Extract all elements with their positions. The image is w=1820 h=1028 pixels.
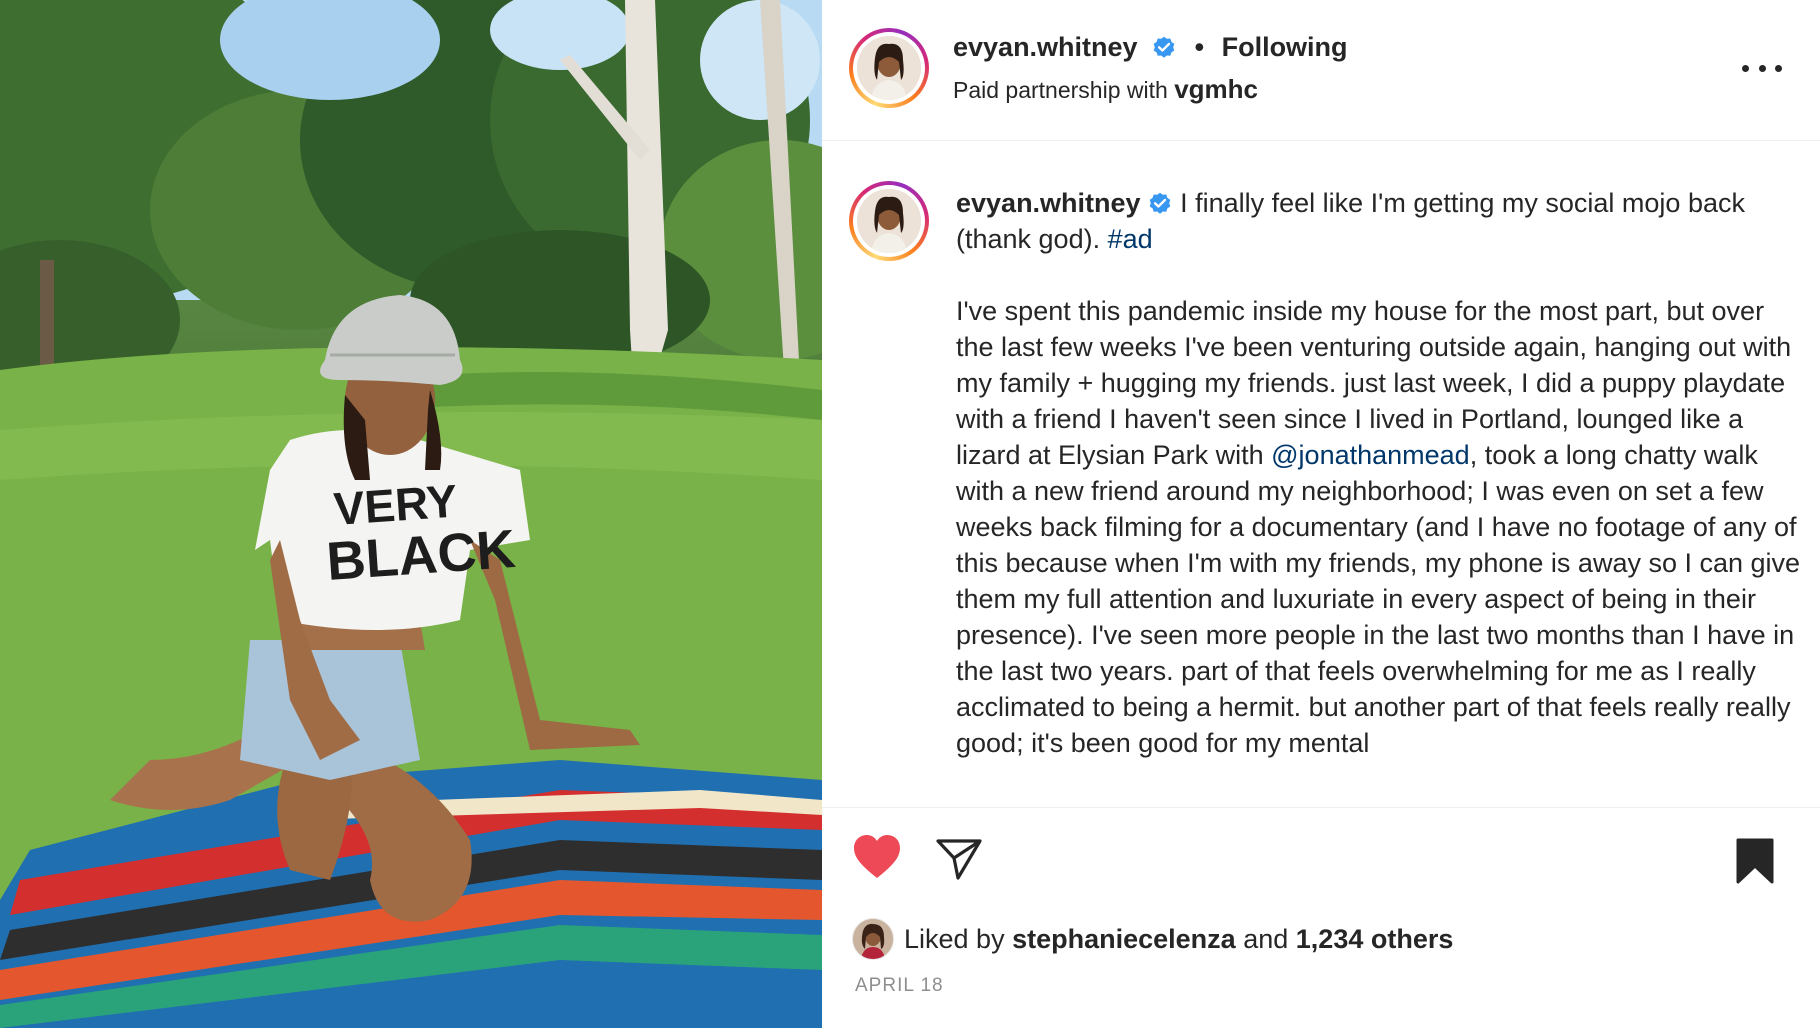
more-dot [1775,64,1782,72]
caption-paragraph-gap [956,257,1802,293]
header-line-username: evyan.whitney • Following [953,32,1348,63]
heart-filled-icon [854,835,900,878]
bookmark-filled-icon [1736,838,1774,884]
partner-link[interactable]: vgmhc [1174,74,1258,104]
caption-section[interactable]: evyan.whitney I finally feel like I'm ge… [822,141,1820,806]
liked-by-label: Liked by [904,923,1005,954]
avatar-photo [857,36,921,100]
post-header: evyan.whitney • Following Paid partnersh… [822,0,1820,141]
liker-username[interactable]: stephaniecelenza [1012,924,1236,955]
caption-body-part2: , took a long chatty walk with a new fri… [956,440,1801,758]
header-separator: • [1194,32,1205,62]
post-date[interactable]: APRIL 18 [855,975,944,997]
more-dot [1758,64,1766,72]
verified-badge-icon [1153,36,1175,58]
avatar-photo [857,189,921,253]
caption-intro: evyan.whitney I finally feel like I'm ge… [956,185,1802,257]
mention-link[interactable]: @jonathanmead [1271,440,1470,470]
caption-author-avatar[interactable] [849,181,929,261]
post-details-panel: evyan.whitney • Following Paid partnersh… [822,0,1820,1028]
more-options-button[interactable] [1742,50,1782,86]
hashtag-link[interactable]: #ad [1108,224,1153,254]
caption-body: I've spent this pandemic inside my house… [956,293,1802,761]
likes-summary[interactable]: Liked by stephaniecelenza and 1,234 othe… [852,918,1453,960]
caption-text: evyan.whitney I finally feel like I'm ge… [956,185,1802,761]
likes-and-label: and [1243,923,1289,954]
share-button[interactable] [936,838,982,885]
photo-illustration: VERY BLACK [0,0,822,1028]
save-button[interactable] [1736,838,1774,889]
liker-avatar[interactable] [852,918,894,960]
paid-partnership-line: Paid partnership with vgmhc [953,74,1258,105]
post-actions: Liked by stephaniecelenza and 1,234 othe… [822,807,1820,1028]
following-button[interactable]: Following [1222,32,1348,62]
instagram-post: VERY BLACK evyan.whitney • Following Pai… [0,0,1820,1028]
partnership-label: Paid partnership with [953,77,1168,103]
caption-username[interactable]: evyan.whitney [956,188,1141,218]
paper-plane-icon [936,839,982,880]
liker-avatar-photo [853,919,893,959]
post-photo[interactable]: VERY BLACK [0,0,822,1028]
more-horizontal-icon [1742,64,1749,72]
author-username[interactable]: evyan.whitney [953,32,1138,62]
author-avatar[interactable] [849,28,929,108]
verified-badge-icon [1149,192,1170,214]
likes-count[interactable]: 1,234 others [1296,924,1454,955]
like-button[interactable] [852,834,902,885]
